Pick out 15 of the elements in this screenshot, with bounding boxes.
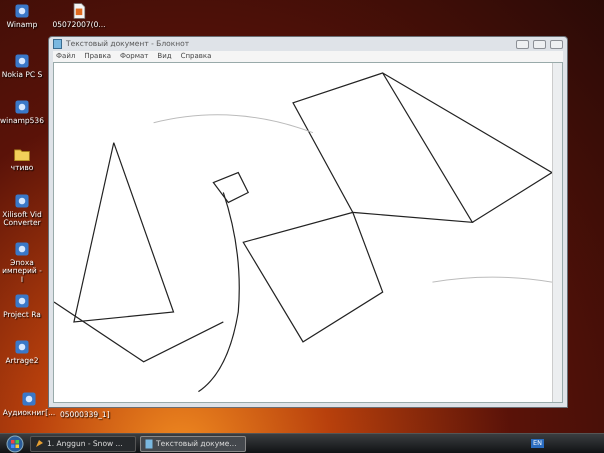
- app-icon[interactable]: [13, 2, 31, 20]
- app-icon[interactable]: [13, 240, 31, 258]
- app-icon: [35, 439, 44, 448]
- scrollbar[interactable]: [552, 63, 562, 402]
- maximize-button[interactable]: [533, 40, 546, 48]
- app-icon[interactable]: [13, 292, 31, 310]
- close-button[interactable]: [550, 40, 563, 48]
- notepad-icon: [53, 39, 62, 49]
- app-icon[interactable]: [13, 98, 31, 116]
- minimize-button[interactable]: [516, 40, 529, 48]
- start-button[interactable]: [4, 434, 26, 452]
- app-icon[interactable]: [13, 52, 31, 70]
- notepad-icon: [145, 438, 153, 448]
- app-icon[interactable]: [13, 338, 31, 356]
- app-icon[interactable]: [13, 192, 31, 210]
